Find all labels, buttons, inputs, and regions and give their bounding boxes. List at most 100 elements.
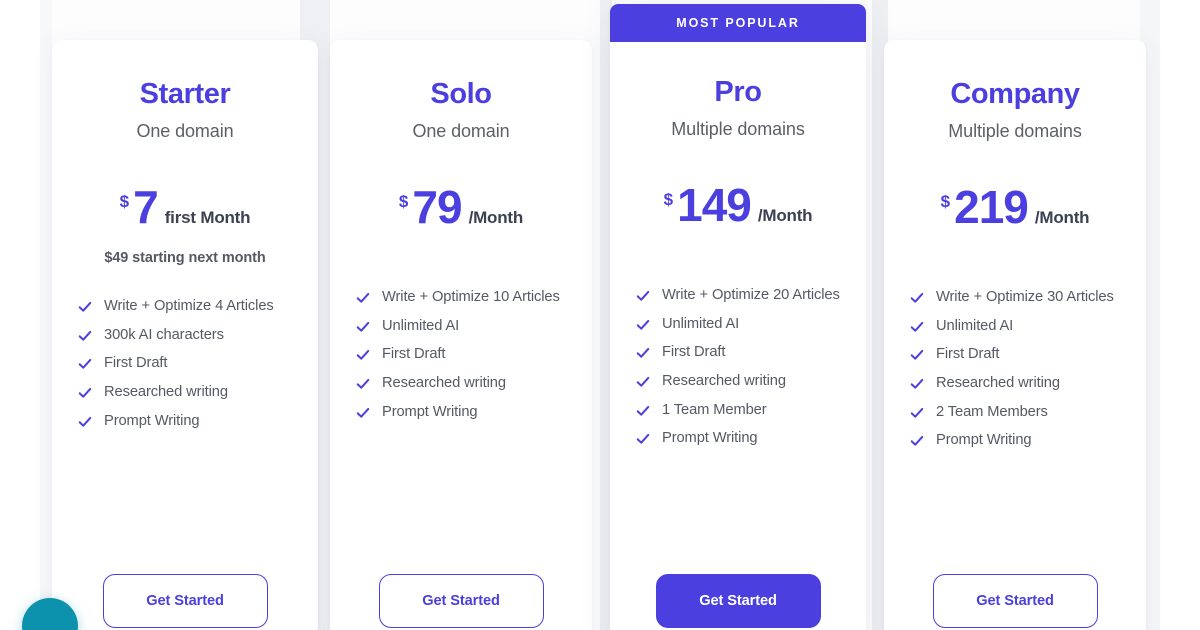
cta-container: Get Started bbox=[356, 574, 566, 628]
feature-item: Unlimited AI bbox=[910, 312, 1120, 341]
check-icon bbox=[910, 291, 924, 305]
price-row: $149/Month bbox=[664, 182, 813, 228]
feature-item: Unlimited AI bbox=[356, 312, 566, 341]
feature-item: Prompt Writing bbox=[356, 398, 566, 427]
price-amount: 219 bbox=[954, 181, 1029, 233]
get-started-button[interactable]: Get Started bbox=[932, 574, 1098, 628]
check-icon bbox=[910, 434, 924, 448]
cta-container: Get Started bbox=[636, 574, 840, 628]
cta-container: Get Started bbox=[910, 574, 1120, 628]
plan-name: Solo bbox=[430, 78, 492, 110]
get-started-button[interactable]: Get Started bbox=[102, 574, 268, 628]
feature-label: Prompt Writing bbox=[382, 403, 478, 420]
feature-item: 300k AI characters bbox=[78, 321, 292, 350]
card-body: Starter One domain $7 first Month $49 starti… bbox=[52, 40, 318, 630]
feature-label: Write + Optimize 30 Articles bbox=[936, 289, 1114, 305]
feature-label: Unlimited AI bbox=[662, 315, 740, 332]
feature-item: Prompt Writing bbox=[78, 407, 292, 436]
card-body: Solo One domain $79/Month Write + Optimize … bbox=[330, 40, 592, 630]
feature-item: Prompt Writing bbox=[910, 426, 1120, 455]
feature-item: Researched writing bbox=[356, 369, 566, 398]
check-icon bbox=[910, 377, 924, 391]
price-period: /Month bbox=[1034, 208, 1090, 227]
feature-label: Unlimited AI bbox=[382, 317, 460, 334]
price-period: first Month bbox=[164, 208, 251, 227]
feature-label: Researched writing bbox=[936, 375, 1060, 392]
most-popular-badge: MOST POPULAR bbox=[610, 4, 866, 42]
check-icon bbox=[636, 289, 650, 303]
check-icon bbox=[636, 375, 650, 389]
price-currency: $ bbox=[398, 192, 409, 211]
price-row: $7 first Month bbox=[120, 184, 251, 230]
pricing-card-company: Company Multiple domains $219/Month Write +… bbox=[884, 40, 1146, 630]
price-note: $49 starting next month bbox=[104, 250, 266, 266]
price-amount: 7 bbox=[133, 181, 159, 233]
plan-name: Starter bbox=[139, 78, 231, 110]
feature-item: Researched writing bbox=[636, 367, 840, 396]
pricing-card-solo: Solo One domain $79/Month Write + Optimize … bbox=[330, 40, 592, 630]
price-amount: 79 bbox=[412, 181, 462, 233]
check-icon bbox=[636, 404, 650, 418]
price-period: /Month bbox=[757, 206, 813, 225]
feature-label: First Draft bbox=[382, 346, 446, 363]
plan-name: Pro bbox=[714, 76, 762, 108]
feature-item: First Draft bbox=[910, 340, 1120, 369]
card-body: Pro Multiple domains $149/Month Write + Opt… bbox=[610, 42, 866, 630]
feature-label: Write + Optimize 10 Articles bbox=[382, 289, 560, 305]
plan-domains: One domain bbox=[136, 121, 234, 141]
card-body: Company Multiple domains $219/Month Write +… bbox=[884, 40, 1146, 630]
pricing-card-starter: Starter One domain $7 first Month $49 starti… bbox=[52, 40, 318, 630]
feature-item: First Draft bbox=[356, 340, 566, 369]
feature-label: Prompt Writing bbox=[936, 432, 1032, 449]
feature-item: First Draft bbox=[636, 338, 840, 367]
feature-item: 1 Team Member bbox=[636, 396, 840, 425]
check-icon bbox=[636, 432, 650, 446]
feature-item: Researched writing bbox=[910, 369, 1120, 398]
check-icon bbox=[78, 300, 92, 314]
feature-item: First Draft bbox=[78, 349, 292, 378]
feature-item: Researched writing bbox=[78, 378, 292, 407]
feature-item: Write + Optimize 20 Articles bbox=[636, 281, 840, 310]
feature-label: Researched writing bbox=[382, 375, 506, 392]
check-icon bbox=[78, 386, 92, 400]
feature-label: Researched writing bbox=[104, 384, 228, 401]
check-icon bbox=[910, 348, 924, 362]
check-icon bbox=[78, 329, 92, 343]
plan-domains: Multiple domains bbox=[948, 121, 1082, 141]
price-period: /Month bbox=[468, 208, 524, 227]
plan-domains: Multiple domains bbox=[671, 119, 805, 139]
feature-item: Write + Optimize 10 Articles bbox=[356, 283, 566, 312]
feature-label: Prompt Writing bbox=[104, 412, 200, 429]
feature-label: Researched writing bbox=[662, 373, 786, 390]
check-icon bbox=[356, 377, 370, 391]
feature-label: First Draft bbox=[104, 355, 168, 372]
feature-label: Prompt Writing bbox=[662, 430, 758, 447]
feature-list: Write + Optimize 20 Articles Unlimited AI… bbox=[636, 281, 840, 453]
pricing-card-pro: MOST POPULAR Pro Multiple domains $149/Mont… bbox=[610, 4, 866, 630]
price-currency: $ bbox=[119, 192, 130, 211]
pricing-card-grid: Starter One domain $7 first Month $49 starti… bbox=[0, 0, 1200, 630]
feature-label: 2 Team Members bbox=[936, 403, 1048, 420]
feature-label: First Draft bbox=[936, 346, 1000, 363]
check-icon bbox=[910, 406, 924, 420]
check-icon bbox=[356, 406, 370, 420]
get-started-button[interactable]: Get Started bbox=[378, 574, 544, 628]
feature-label: Write + Optimize 4 Articles bbox=[104, 298, 274, 314]
price-currency: $ bbox=[663, 190, 674, 209]
feature-list: Write + Optimize 4 Articles 300k AI chara… bbox=[78, 292, 292, 435]
check-icon bbox=[636, 318, 650, 332]
feature-item: 2 Team Members bbox=[910, 398, 1120, 427]
price-row: $219/Month bbox=[941, 184, 1090, 230]
feature-item: Write + Optimize 4 Articles bbox=[78, 292, 292, 321]
price-row: $79/Month bbox=[399, 184, 523, 230]
check-icon bbox=[78, 415, 92, 429]
check-icon bbox=[78, 357, 92, 371]
feature-item: Prompt Writing bbox=[636, 424, 840, 453]
check-icon bbox=[910, 320, 924, 334]
get-started-button[interactable]: Get Started bbox=[655, 574, 821, 628]
plan-domains: One domain bbox=[412, 121, 510, 141]
pricing-page: Starter One domain $7 first Month $49 starti… bbox=[0, 0, 1200, 630]
cta-container: Get Started bbox=[78, 574, 292, 628]
feature-item: Unlimited AI bbox=[636, 310, 840, 339]
feature-label: First Draft bbox=[662, 344, 726, 361]
